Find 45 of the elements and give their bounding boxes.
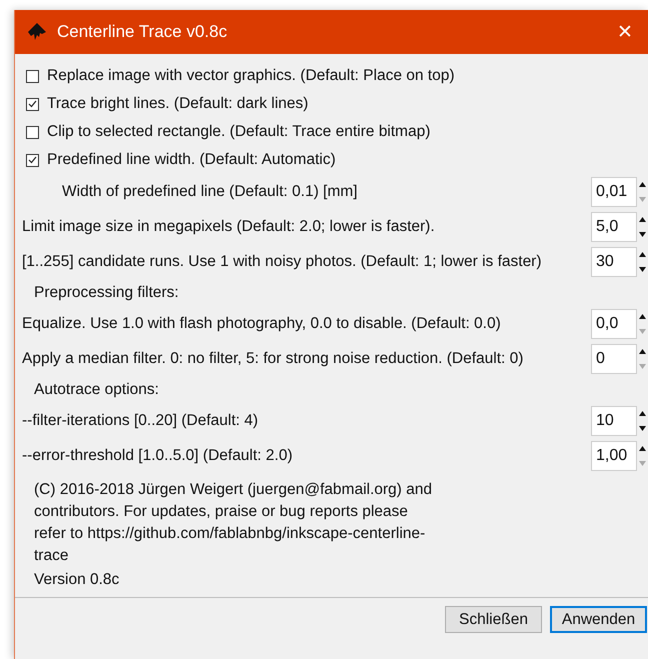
app-logo-icon bbox=[27, 23, 47, 41]
down-triangle-icon bbox=[639, 328, 646, 334]
field-label: --error-threshold [1.0..5.0] (Default: 2.0) bbox=[22, 446, 293, 464]
down-triangle-icon bbox=[639, 426, 646, 430]
checkbox[interactable] bbox=[26, 98, 39, 110]
down-triangle-icon bbox=[639, 232, 646, 236]
close-button[interactable]: ✕ bbox=[602, 10, 648, 54]
checkbox-label: Predefined line width. (Default: Automatic) bbox=[47, 151, 336, 169]
field-label: [1..255] candidate runs. Use 1 with noisy photos. (Default: 1; lower is faster) bbox=[22, 252, 542, 270]
down-triangle-icon bbox=[639, 364, 646, 368]
spin-field[interactable]: 0,0 bbox=[591, 308, 637, 338]
spin-field[interactable]: 10 bbox=[591, 406, 637, 436]
down-triangle-icon bbox=[639, 266, 646, 272]
about-text: (C) 2016-2018 Jürgen Weigert (juergen@fabmail.org) and contributors. For updates, praise or bug reports please refer to https://github.com/fablabnbg/inkscape-centerline-trace bbox=[34, 480, 433, 566]
up-triangle-icon bbox=[639, 348, 646, 354]
section-heading: Autotrace options: bbox=[33, 380, 160, 400]
field-label: Apply a median filter. 0: no filter, 5: for strong noise reduction. (Default: 0) bbox=[22, 350, 524, 368]
spin-field[interactable]: 5,0 bbox=[591, 212, 637, 242]
checkbox-label: Trace bright lines. (Default: dark lines) bbox=[47, 95, 308, 113]
spin-field[interactable]: 0 bbox=[591, 344, 637, 374]
up-triangle-icon bbox=[639, 314, 646, 318]
field-label: Width of predefined line (Default: 0.1) [mm] bbox=[62, 182, 358, 200]
field-label: Limit image size in megapixels (Default: 2.0; lower is faster). bbox=[22, 218, 435, 236]
checkbox-label: Clip to selected rectangle. (Default: Trace entire bitmap) bbox=[47, 123, 430, 141]
dialog-button[interactable]: Anwenden bbox=[550, 606, 647, 633]
spin-field[interactable]: 0,01 bbox=[591, 176, 637, 206]
down-triangle-icon bbox=[639, 196, 646, 202]
checkbox-label: Replace image with vector graphics. (Default: Place on top) bbox=[47, 67, 455, 85]
up-triangle-icon bbox=[639, 182, 646, 186]
dialog-button[interactable]: Schließen bbox=[445, 606, 542, 633]
checkbox[interactable] bbox=[26, 70, 39, 82]
version-text: Version 0.8c bbox=[34, 571, 120, 589]
field-label: Equalize. Use 1.0 with flash photography, 0.0 to disable. (Default: 0.0) bbox=[22, 314, 501, 332]
window-title: Centerline Trace v0.8c bbox=[57, 22, 228, 42]
spin-field[interactable]: 30 bbox=[591, 246, 637, 276]
up-triangle-icon bbox=[639, 446, 646, 450]
spin-field[interactable]: 1,00 bbox=[591, 440, 637, 470]
up-triangle-icon bbox=[639, 216, 646, 222]
up-triangle-icon bbox=[639, 252, 646, 256]
up-triangle-icon bbox=[639, 410, 646, 416]
checkbox[interactable] bbox=[26, 126, 39, 138]
field-label: --filter-iterations [0..20] (Default: 4) bbox=[22, 412, 258, 430]
checkbox[interactable] bbox=[26, 154, 39, 166]
down-triangle-icon bbox=[639, 460, 646, 466]
section-heading: Preprocessing filters: bbox=[33, 282, 180, 302]
